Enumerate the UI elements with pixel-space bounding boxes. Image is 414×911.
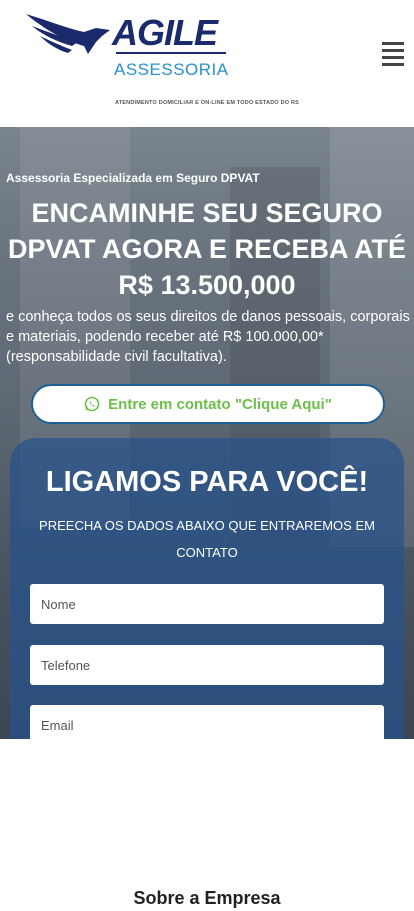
hero-description: e conheça todos os seus direitos de dano…: [6, 309, 410, 365]
logo-divider: [116, 52, 226, 54]
hero-subtitle: Assessoria Especializada em Seguro DPVAT: [6, 171, 260, 185]
email-input[interactable]: [30, 705, 384, 739]
callback-form: LIGAMOS PARA VOCÊ! PREECHA OS DADOS ABAI…: [10, 438, 404, 739]
eagle-logo-icon: [26, 14, 110, 54]
form-title: LIGAMOS PARA VOCÊ!: [45, 466, 369, 498]
header-tagline: ATENDIMENTO DOMICILIAR E ON-LINE EM TODO…: [114, 100, 300, 106]
name-input[interactable]: [30, 584, 384, 624]
hamburger-menu-icon[interactable]: [382, 42, 406, 66]
contact-cta-button[interactable]: Entre em contato "Clique Aqui": [31, 384, 385, 424]
logo[interactable]: AGILE ASSESSORIA: [26, 6, 236, 86]
phone-input[interactable]: [30, 645, 384, 685]
about-heading: Sobre a Empresa: [133, 888, 281, 908]
hero-headline: ENCAMINHE SEU SEGURO DPVAT AGORA E RECEB…: [7, 198, 406, 300]
logo-wordmark: AGILE: [112, 12, 218, 53]
contact-cta-label: Entre em contato "Clique Aqui": [108, 395, 332, 413]
form-subtitle: PREECHA OS DADOS ABAIXO QUE ENTRAREMOS E…: [39, 518, 375, 560]
logo-subtitle: ASSESSORIA: [114, 60, 229, 79]
whatsapp-icon: [84, 396, 100, 412]
site-header: AGILE ASSESSORIA ATENDIMENTO DOMICILIAR …: [0, 0, 414, 127]
hero-section: Assessoria Especializada em Seguro DPVAT…: [0, 127, 414, 739]
